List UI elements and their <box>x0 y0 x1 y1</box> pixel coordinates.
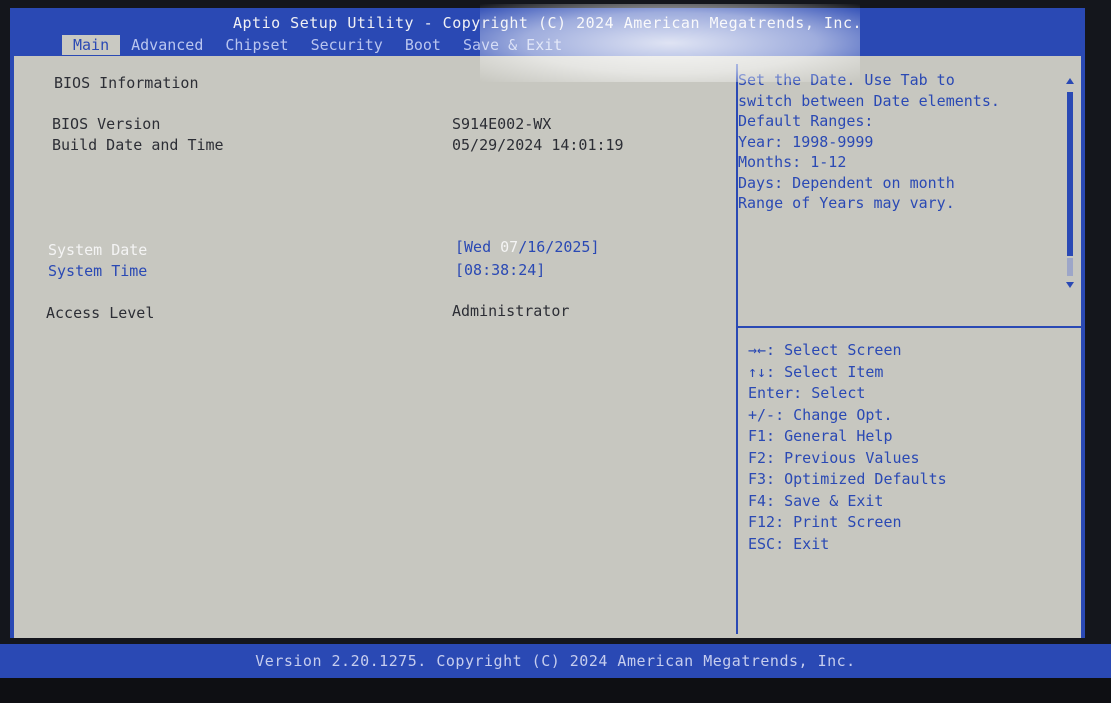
tab-security[interactable]: Security <box>300 35 394 55</box>
screen-bezel <box>0 678 1111 703</box>
system-date-field[interactable]: [Wed 07/16/2025] <box>455 238 600 256</box>
version-footer: Version 2.20.1275. Copyright (C) 2024 Am… <box>255 652 856 670</box>
utility-title: Aptio Setup Utility - Copyright (C) 2024… <box>232 14 863 32</box>
help-line: Default Ranges: <box>738 112 874 130</box>
bios-version-value: S914E002-WX <box>452 115 552 133</box>
help-pane: Set the Date. Use Tab to switch between … <box>738 56 1081 638</box>
key-hint: ↑↓: Select Item <box>748 362 884 381</box>
scroll-down-arrow-icon[interactable] <box>1066 282 1074 288</box>
help-line: Range of Years may vary. <box>738 194 955 212</box>
scroll-up-arrow-icon[interactable] <box>1066 78 1074 84</box>
help-line: Year: 1998-9999 <box>738 132 874 151</box>
build-date-label: Build Date and Time <box>52 136 224 154</box>
help-line: switch between Date elements. <box>738 91 1000 110</box>
tab-chipset[interactable]: Chipset <box>214 35 299 55</box>
system-date-selected-month[interactable]: 07 <box>500 238 518 256</box>
system-time-label[interactable]: System Time <box>48 262 147 280</box>
key-hint: ESC: Exit <box>748 534 830 553</box>
tab-advanced[interactable]: Advanced <box>120 35 214 55</box>
system-date-suffix: /16/2025] <box>518 238 600 256</box>
key-hint: →←: Select Screen <box>748 341 902 359</box>
key-hint: Enter: Select <box>748 384 866 402</box>
access-level-label: Access Level <box>46 304 155 322</box>
system-time-field[interactable]: [08:38:24] <box>455 261 545 279</box>
key-hint: F1: General Help <box>748 427 893 445</box>
key-legend: →←: Select Screen ↑↓: Select Item Enter:… <box>748 340 947 555</box>
tab-bar: Main Advanced Chipset Security Boot Save… <box>62 35 573 55</box>
bios-screen: Aptio Setup Utility - Copyright (C) 2024… <box>0 0 1111 703</box>
key-hint: F4: Save & Exit <box>748 491 884 510</box>
system-date-label[interactable]: System Date <box>48 241 147 259</box>
access-level-value: Administrator <box>452 302 570 320</box>
header-bar: Aptio Setup Utility - Copyright (C) 2024… <box>10 8 1085 56</box>
scroll-thumb[interactable] <box>1067 92 1073 256</box>
tab-save-exit[interactable]: Save & Exit <box>452 35 573 55</box>
help-line: Days: Dependent on month <box>738 173 955 192</box>
key-hint: F12: Print Screen <box>748 513 902 531</box>
key-hint: +/-: Change Opt. <box>748 405 893 424</box>
key-hint: F2: Previous Values <box>748 448 920 467</box>
key-hint: F3: Optimized Defaults <box>748 470 947 488</box>
tab-boot[interactable]: Boot <box>394 35 452 55</box>
help-scrollbar[interactable] <box>1066 78 1074 288</box>
section-title: BIOS Information <box>54 74 199 92</box>
help-line: Months: 1-12 <box>738 153 847 171</box>
settings-pane: BIOS Information BIOS Version S914E002-W… <box>14 56 736 638</box>
help-text: Set the Date. Use Tab to switch between … <box>738 70 1058 214</box>
help-separator <box>738 326 1081 328</box>
tab-main[interactable]: Main <box>62 35 121 55</box>
footer-bar: Version 2.20.1275. Copyright (C) 2024 Am… <box>0 644 1111 678</box>
build-date-value: 05/29/2024 14:01:19 <box>452 136 624 154</box>
scroll-track[interactable] <box>1067 258 1073 276</box>
bios-version-label: BIOS Version <box>52 115 161 133</box>
main-panel: BIOS Information BIOS Version S914E002-W… <box>10 56 1085 638</box>
help-line: Set the Date. Use Tab to <box>738 71 955 89</box>
system-date-prefix: [Wed <box>455 238 501 256</box>
